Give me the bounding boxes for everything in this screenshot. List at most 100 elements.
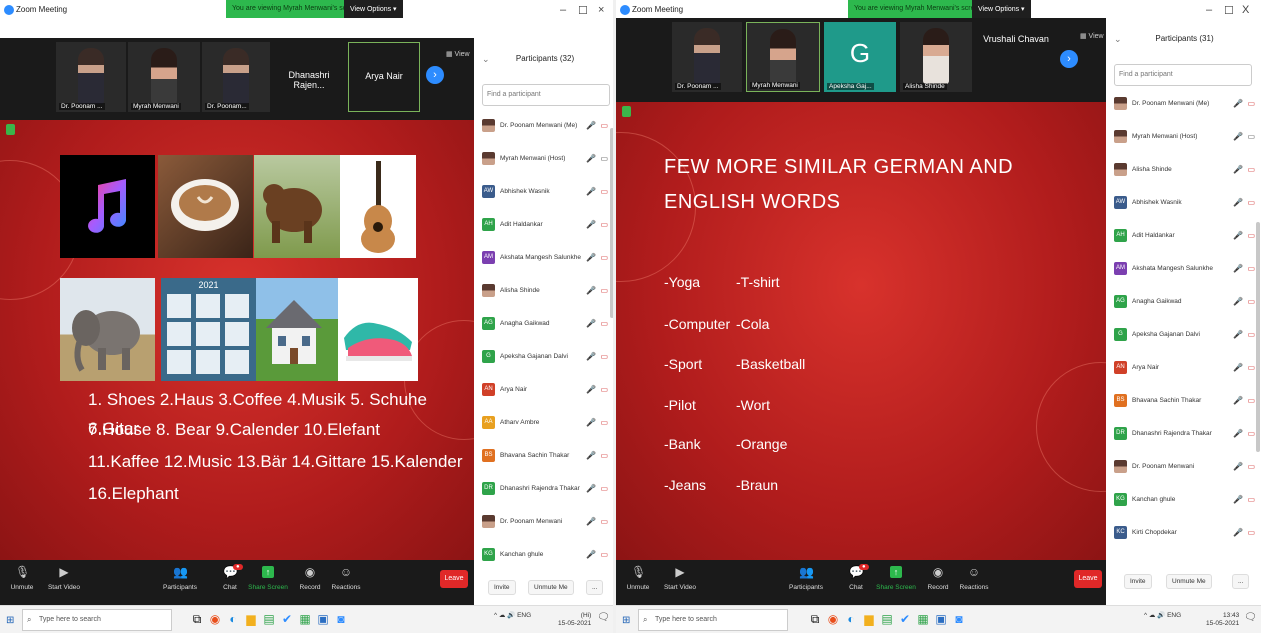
zoom-taskbar-icon[interactable]: ◙ bbox=[332, 612, 350, 626]
edge-icon[interactable]: ◐ bbox=[224, 612, 242, 626]
leave-button[interactable]: Leave bbox=[440, 570, 468, 588]
participant-row[interactable]: AG Anagha Gaikwad 🎤 ▭ bbox=[476, 308, 614, 341]
invite-button[interactable]: Invite bbox=[1124, 574, 1152, 589]
chrome-icon[interactable]: ◉ bbox=[206, 612, 224, 626]
sheets-icon[interactable]: ▦ bbox=[914, 612, 932, 626]
notifications-icon[interactable]: 🗨 bbox=[597, 613, 610, 623]
edge-icon[interactable]: ◐ bbox=[842, 612, 860, 626]
unmute-me-button[interactable]: Unmute Me bbox=[528, 580, 574, 595]
minimize-button[interactable]: – bbox=[560, 4, 566, 16]
record-button[interactable]: ◉ Record bbox=[918, 564, 958, 591]
panel-scrollbar[interactable] bbox=[1256, 222, 1260, 452]
video-tile[interactable]: G Apeksha Gaj... bbox=[824, 22, 896, 92]
participant-row[interactable]: AW Abhishek Wasnik 🎤 ▭ bbox=[1108, 187, 1261, 220]
next-page-button[interactable]: › bbox=[426, 66, 444, 84]
leave-button[interactable]: Leave bbox=[1074, 570, 1102, 588]
invite-button[interactable]: Invite bbox=[488, 580, 516, 595]
participant-row[interactable]: AM Akshata Mangesh Salunkhe 🎤 ▭ bbox=[1108, 253, 1261, 286]
windows-start-icon[interactable]: ⊞ bbox=[622, 615, 630, 626]
participant-row[interactable]: AW Abhishek Wasnik 🎤 ▭ bbox=[476, 176, 614, 209]
participant-row[interactable]: Dr. Poonam Menwani (Me) 🎤 ▭ bbox=[1108, 88, 1261, 121]
video-tile-active[interactable]: Myrah Menwani bbox=[746, 22, 820, 92]
view-options-button[interactable]: View Options ▾ bbox=[972, 0, 1031, 18]
video-tile[interactable]: Dhanashri Rajen... bbox=[272, 42, 346, 112]
more-button[interactable]: ... bbox=[586, 580, 604, 595]
excel-icon[interactable]: ▤ bbox=[260, 612, 278, 626]
unmute-me-button[interactable]: Unmute Me bbox=[1166, 574, 1212, 589]
participant-row[interactable]: Dr. Poonam Menwani 🎤 ▭ bbox=[476, 506, 614, 539]
file-explorer-icon[interactable]: ▆ bbox=[242, 612, 260, 626]
participant-row[interactable]: AA Atharv Ambre 🎤 ▭ bbox=[476, 407, 614, 440]
close-button[interactable]: × bbox=[598, 4, 604, 16]
participant-row[interactable]: KG Kanchan ghule 🎤 ▭ bbox=[476, 539, 614, 572]
view-options-button[interactable]: View Options ▾ bbox=[344, 0, 403, 18]
participant-row[interactable]: Dr. Poonam Menwani 🎤 ▭ bbox=[1108, 451, 1261, 484]
notifications-icon[interactable]: 🗨 bbox=[1244, 613, 1257, 623]
minimize-button[interactable]: – bbox=[1206, 4, 1212, 16]
chat-button[interactable]: 💬 ● Chat bbox=[210, 564, 250, 591]
participant-row[interactable]: AN Arya Nair 🎤 ▭ bbox=[1108, 352, 1261, 385]
participant-row[interactable]: G Apeksha Gajanan Dalvi 🎤 ▭ bbox=[1108, 319, 1261, 352]
participant-row[interactable]: AN Arya Nair 🎤 ▭ bbox=[476, 374, 614, 407]
video-tile[interactable]: Dr. Poonam ... bbox=[56, 42, 126, 112]
check-app-icon[interactable]: ✔ bbox=[278, 612, 296, 626]
close-button[interactable]: X bbox=[1242, 4, 1249, 16]
word-icon[interactable]: ▣ bbox=[314, 612, 332, 626]
participant-row[interactable]: DR Dhanashri Rajendra Thakar 🎤 ▭ bbox=[1108, 418, 1261, 451]
excel-icon[interactable]: ▤ bbox=[878, 612, 896, 626]
maximize-button[interactable]: ☐ bbox=[578, 4, 588, 17]
chat-button[interactable]: 💬 ● Chat bbox=[836, 564, 876, 591]
video-tile[interactable]: Vrushali Chavan bbox=[976, 22, 1056, 92]
participant-row[interactable]: BS Bhavana Sachin Thakar 🎤 ▭ bbox=[476, 440, 614, 473]
sheets-icon[interactable]: ▦ bbox=[296, 612, 314, 626]
word-icon[interactable]: ▣ bbox=[932, 612, 950, 626]
maximize-button[interactable]: ☐ bbox=[1224, 4, 1234, 17]
participant-row[interactable]: Myrah Menwani (Host) 🎤 ▭ bbox=[1108, 121, 1261, 154]
more-button[interactable]: ... bbox=[1232, 574, 1250, 589]
video-tile[interactable]: Dr. Poonam... bbox=[202, 42, 270, 112]
video-tile[interactable]: Alisha Shinde bbox=[900, 22, 972, 92]
view-layout-button[interactable]: ▦ View bbox=[1080, 32, 1104, 40]
participant-search-input[interactable]: Find a participant bbox=[1114, 64, 1252, 86]
video-tile-active[interactable]: Arya Nair bbox=[348, 42, 420, 112]
task-view-icon[interactable]: ⧉ bbox=[188, 612, 206, 627]
clock[interactable]: 13:43 15-05-2021 bbox=[1206, 612, 1239, 628]
next-page-button[interactable]: › bbox=[1060, 50, 1078, 68]
reactions-button[interactable]: ☺ Reactions bbox=[954, 564, 994, 591]
clock[interactable]: (Hi) 15-05-2021 bbox=[558, 612, 591, 628]
participant-row[interactable]: AG Anagha Gaikwad 🎤 ▭ bbox=[1108, 286, 1261, 319]
participant-row[interactable]: AH Adit Haldankar 🎤 ▭ bbox=[1108, 220, 1261, 253]
start-video-button[interactable]: ▶ Start Video bbox=[44, 564, 84, 591]
unmute-button[interactable]: 🎙 Unmute bbox=[2, 564, 42, 591]
windows-start-icon[interactable]: ⊞ bbox=[6, 615, 14, 626]
participant-row[interactable]: DR Dhanashri Rajendra Thakar 🎤 ▭ bbox=[476, 473, 614, 506]
participants-button[interactable]: 👥 Participants bbox=[160, 564, 200, 591]
participants-button[interactable]: 👥 Participants bbox=[786, 564, 826, 591]
participant-row[interactable]: Alisha Shinde 🎤 ▭ bbox=[476, 275, 614, 308]
participant-row[interactable]: AM Akshata Mangesh Salunkhe 🎤 ▭ bbox=[476, 242, 614, 275]
tray-icons[interactable]: ^ ☁ 🔊 bbox=[494, 612, 517, 619]
share-screen-button[interactable]: ↑ Share Screen bbox=[248, 564, 288, 591]
participant-row[interactable]: Dr. Poonam Menwani (Me) 🎤 ▭ bbox=[476, 110, 614, 143]
start-video-button[interactable]: ▶ Start Video bbox=[660, 564, 700, 591]
participant-row[interactable]: G Apeksha Gajanan Dalvi 🎤 ▭ bbox=[476, 341, 614, 374]
participant-row[interactable]: KG Kanchan ghule 🎤 ▭ bbox=[1108, 484, 1261, 517]
view-layout-button[interactable]: ▦ View bbox=[446, 50, 470, 58]
share-screen-button[interactable]: ↑ Share Screen bbox=[876, 564, 916, 591]
taskbar-search-input[interactable]: ⌕ Type here to search bbox=[638, 609, 788, 631]
zoom-taskbar-icon[interactable]: ◙ bbox=[950, 612, 968, 626]
chrome-icon[interactable]: ◉ bbox=[824, 612, 842, 626]
participant-row[interactable]: BS Bhavana Sachin Thakar 🎤 ▭ bbox=[1108, 385, 1261, 418]
tray-icons[interactable]: ^ ☁ 🔊 bbox=[1144, 612, 1167, 619]
participant-row[interactable]: Myrah Menwani (Host) 🎤 ▭ bbox=[476, 143, 614, 176]
video-tile[interactable]: Dr. Poonam ... bbox=[672, 22, 742, 92]
taskbar-search-input[interactable]: ⌕ Type here to search bbox=[22, 609, 172, 631]
participant-search-input[interactable]: Find a participant bbox=[482, 84, 610, 106]
task-view-icon[interactable]: ⧉ bbox=[806, 612, 824, 627]
participant-row[interactable]: AH Adit Haldankar 🎤 ▭ bbox=[476, 209, 614, 242]
video-tile[interactable]: Myrah Menwani bbox=[128, 42, 200, 112]
check-app-icon[interactable]: ✔ bbox=[896, 612, 914, 626]
unmute-button[interactable]: 🎙 Unmute bbox=[618, 564, 658, 591]
record-button[interactable]: ◉ Record bbox=[290, 564, 330, 591]
participant-row[interactable]: Alisha Shinde 🎤 ▭ bbox=[1108, 154, 1261, 187]
